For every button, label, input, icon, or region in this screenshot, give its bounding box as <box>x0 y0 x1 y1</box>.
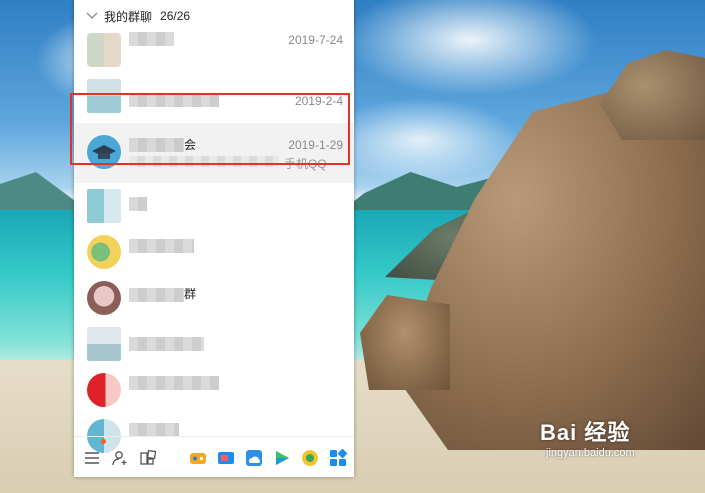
list-item[interactable]: 2019-7-24 <box>74 27 354 73</box>
group-header[interactable]: 我的群聊 26/26 <box>74 5 354 27</box>
menu-icon[interactable] <box>82 448 102 468</box>
blurred-name <box>129 239 194 253</box>
list-item[interactable]: 群 <box>74 275 354 321</box>
highlight-annotation <box>70 93 350 165</box>
blurred-name <box>129 337 204 351</box>
play-icon[interactable] <box>272 448 292 468</box>
group-header-title: 我的群聊 <box>104 9 153 24</box>
blurred-name <box>129 197 147 211</box>
list-item[interactable] <box>74 367 354 413</box>
blurred-name <box>129 423 179 437</box>
video-icon[interactable] <box>216 448 236 468</box>
avatar <box>87 235 121 269</box>
blurred-name <box>129 32 174 46</box>
bottom-toolbar <box>74 436 354 478</box>
name-fragment: 群 <box>184 287 197 301</box>
apps-grid-icon[interactable] <box>328 448 348 468</box>
avatar <box>87 281 121 315</box>
avatar <box>87 327 121 361</box>
avatar <box>87 33 121 67</box>
list-item[interactable] <box>74 183 354 229</box>
list-item[interactable] <box>74 321 354 367</box>
weather-icon[interactable] <box>244 448 264 468</box>
avatar <box>87 189 121 223</box>
notification-dot <box>101 439 106 444</box>
list-item[interactable] <box>74 229 354 275</box>
last-message-date: 2019-7-24 <box>288 33 343 47</box>
avatar <box>87 373 121 407</box>
watermark-url: jingyan.baidu.com <box>546 447 635 459</box>
app-manager-icon[interactable] <box>138 448 158 468</box>
chevron-down-icon <box>86 12 98 19</box>
contact-list: 2019-7-24 2019-2-4 会 手机QQ 2019-1-29 群 <box>74 27 354 459</box>
add-contact-icon[interactable] <box>110 448 130 468</box>
wallet-icon[interactable] <box>300 448 320 468</box>
group-header-count: 26/26 <box>160 9 191 23</box>
blurred-name <box>129 376 219 390</box>
blurred-name <box>129 288 184 302</box>
baidu-watermark: Bai 经验 jingyan.baidu.com <box>540 415 700 475</box>
qq-contact-panel: 我的群聊 26/26 2019-7-24 2019-2-4 会 手机QQ 201… <box>74 0 354 477</box>
watermark-logo: Bai 经验 <box>540 420 631 445</box>
game-icon[interactable] <box>188 448 208 468</box>
